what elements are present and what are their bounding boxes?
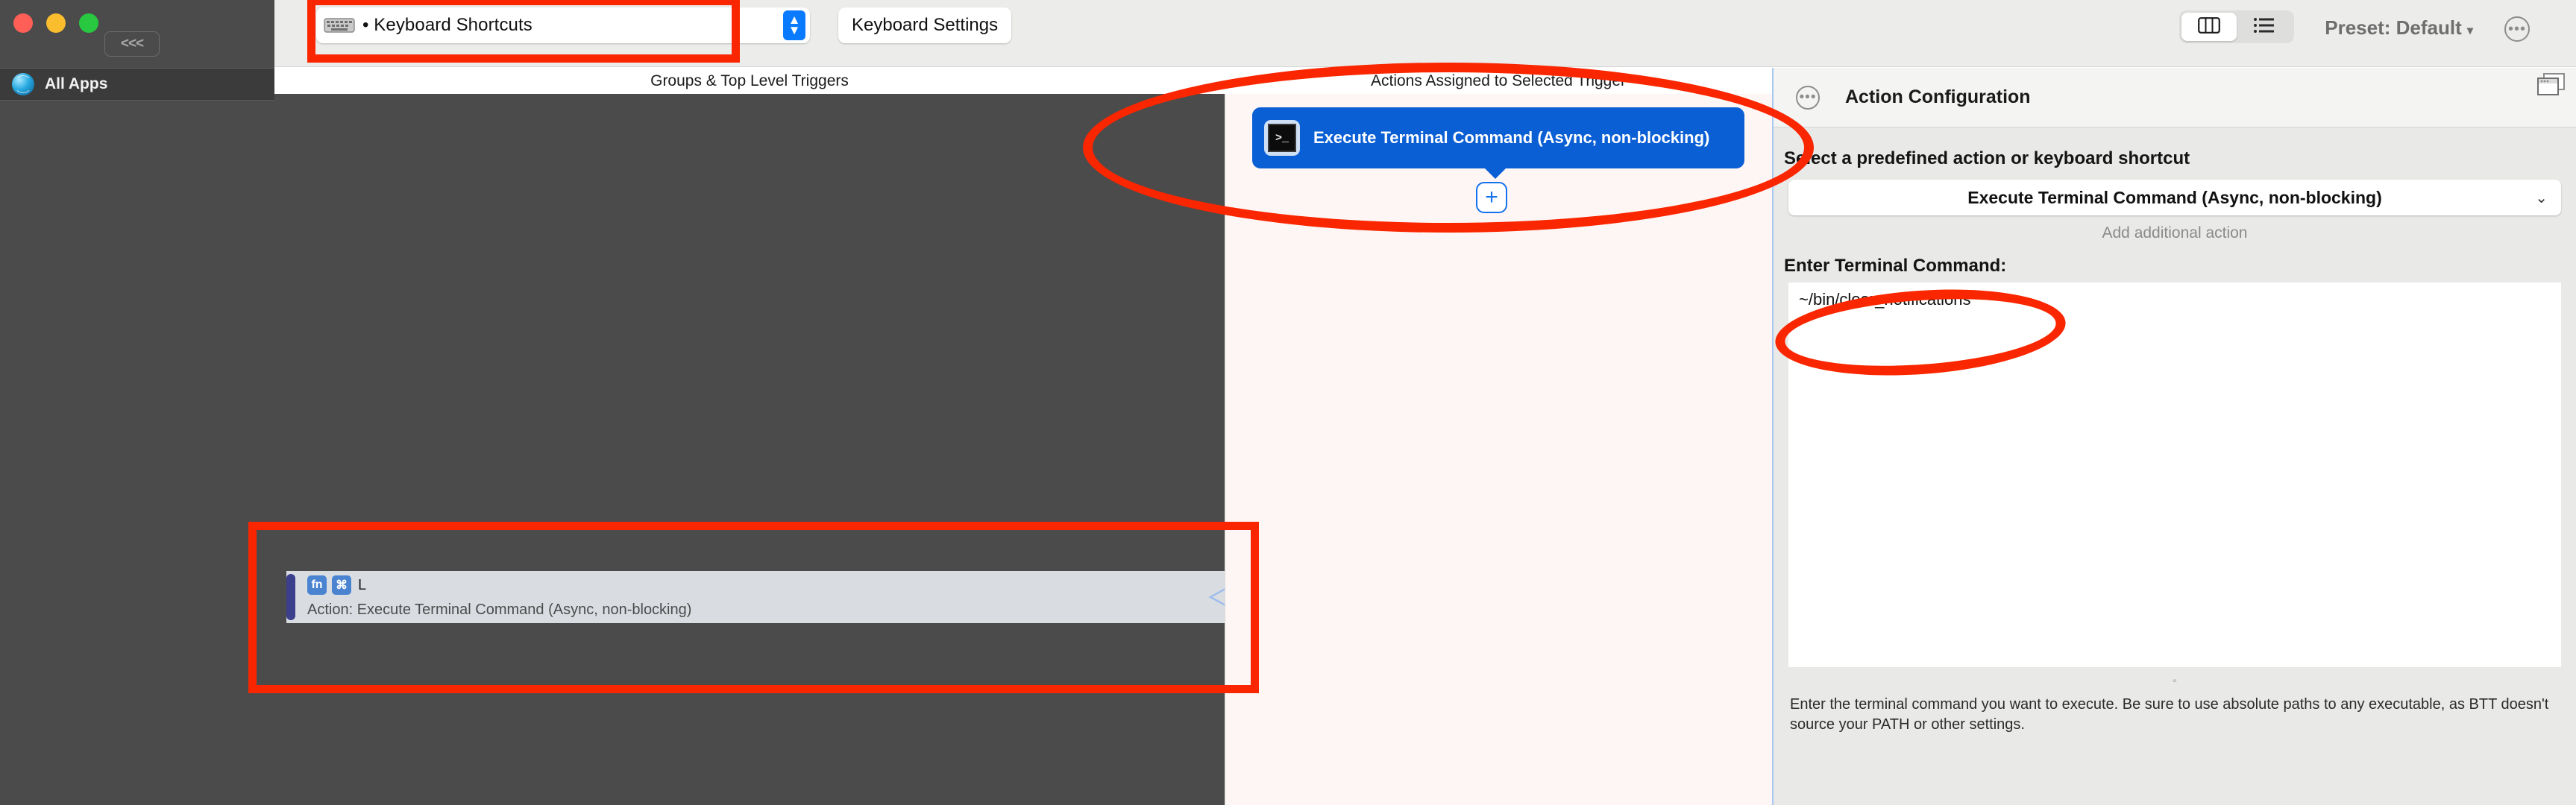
sidebar-item-all-apps[interactable]: All Apps <box>0 68 274 101</box>
stepper-icon[interactable]: ▲ ▼ <box>783 10 805 40</box>
action-card-execute-terminal-command[interactable]: >_ Execute Terminal Command (Async, non-… <box>1252 107 1744 168</box>
view-mode-segmented-control[interactable] <box>2179 10 2294 43</box>
trigger-type-select[interactable]: • Keyboard Shortcuts ▲ ▼ <box>316 7 810 43</box>
close-button[interactable] <box>13 13 33 33</box>
minimize-button[interactable] <box>46 13 66 33</box>
keyboard-icon <box>324 16 355 35</box>
more-options-button[interactable]: ••• <box>2504 16 2530 42</box>
chevron-down-icon: ⌄ <box>2535 189 2548 206</box>
chevron-down-icon: ▾ <box>2466 25 2473 37</box>
trigger-shortcut-keys: fn ⌘ L <box>307 575 691 595</box>
action-select[interactable]: Execute Terminal Command (Async, non-blo… <box>1788 180 2561 215</box>
preset-menu[interactable]: Preset: Default ▾ <box>2325 16 2473 40</box>
columns-view-button[interactable] <box>2181 13 2237 41</box>
toolbar: • Keyboard Shortcuts ▲ ▼ Keyboard Settin… <box>274 0 2576 67</box>
terminal-command-help-text: Enter the terminal command you want to e… <box>1790 696 2549 733</box>
trigger-row-selected[interactable]: fn ⌘ L Action: Execute Terminal Command … <box>286 571 1225 623</box>
action-card-label: Execute Terminal Command (Async, non-blo… <box>1313 128 1710 148</box>
add-additional-action-button[interactable]: Add additional action <box>1774 215 2576 242</box>
ellipsis-circle-icon[interactable]: ••• <box>1796 85 1820 110</box>
action-configuration-title: Action Configuration <box>1845 86 2031 107</box>
window-titlebar-left: <<< <box>0 0 274 68</box>
resize-handle[interactable]: ◦ <box>1774 667 2576 687</box>
action-select-row: Execute Terminal Command (Async, non-blo… <box>1774 169 2576 215</box>
predefined-action-section-label: Select a predefined action or keyboard s… <box>1784 148 2190 168</box>
zoom-button[interactable] <box>79 13 98 33</box>
list-view-icon <box>2253 16 2275 38</box>
traffic-lights <box>13 13 98 33</box>
app-sidebar: All Apps <box>0 68 274 805</box>
groups-and-triggers-panel: fn ⌘ L Action: Execute Terminal Command … <box>274 94 1225 805</box>
terminal-command-label: Enter Terminal Command: <box>1784 256 2007 276</box>
collapse-sidebar-button[interactable]: <<< <box>104 31 160 57</box>
action-card-connector-icon <box>1485 168 1506 179</box>
trigger-row-body: fn ⌘ L Action: Execute Terminal Command … <box>286 575 691 619</box>
action-select-value: Execute Terminal Command (Async, non-blo… <box>1967 187 2382 207</box>
trigger-type-select-value: • Keyboard Shortcuts <box>362 15 533 35</box>
preset-label: Preset: Default <box>2325 16 2462 39</box>
columns-view-icon <box>2198 16 2220 39</box>
actions-panel: >_ Execute Terminal Command (Async, non-… <box>1225 94 1772 805</box>
list-view-button[interactable] <box>2237 13 2292 41</box>
globe-icon <box>12 73 34 95</box>
actions-column-header: Actions Assigned to Selected Trigger <box>1225 68 1772 94</box>
key-letter: L <box>358 576 367 593</box>
trigger-row-subtitle: Action: Execute Terminal Command (Async,… <box>307 602 692 618</box>
action-configuration-panel: ••• Action Configuration Select a predef… <box>1772 68 2576 805</box>
sidebar-item-label: All Apps <box>45 75 108 92</box>
windows-icon[interactable] <box>2531 71 2567 101</box>
key-command: ⌘ <box>332 575 351 595</box>
keyboard-settings-button[interactable]: Keyboard Settings <box>838 7 1012 43</box>
groups-column-header: Groups & Top Level Triggers <box>274 68 1225 94</box>
terminal-icon: >_ <box>1264 120 1300 156</box>
action-configuration-header: ••• Action Configuration <box>1774 68 2576 127</box>
stepper-down-icon: ▼ <box>788 23 801 37</box>
trigger-selection-accent <box>286 574 295 620</box>
add-action-button[interactable]: + <box>1476 182 1507 213</box>
terminal-command-input[interactable]: ~/bin/clear_notifications <box>1788 282 2561 667</box>
trigger-type-select-wrap: • Keyboard Shortcuts ▲ ▼ <box>316 7 810 43</box>
terminal-icon-glyph: >_ <box>1268 124 1296 152</box>
key-fn: fn <box>307 575 327 595</box>
trigger-selection-notch-icon <box>1206 571 1225 623</box>
